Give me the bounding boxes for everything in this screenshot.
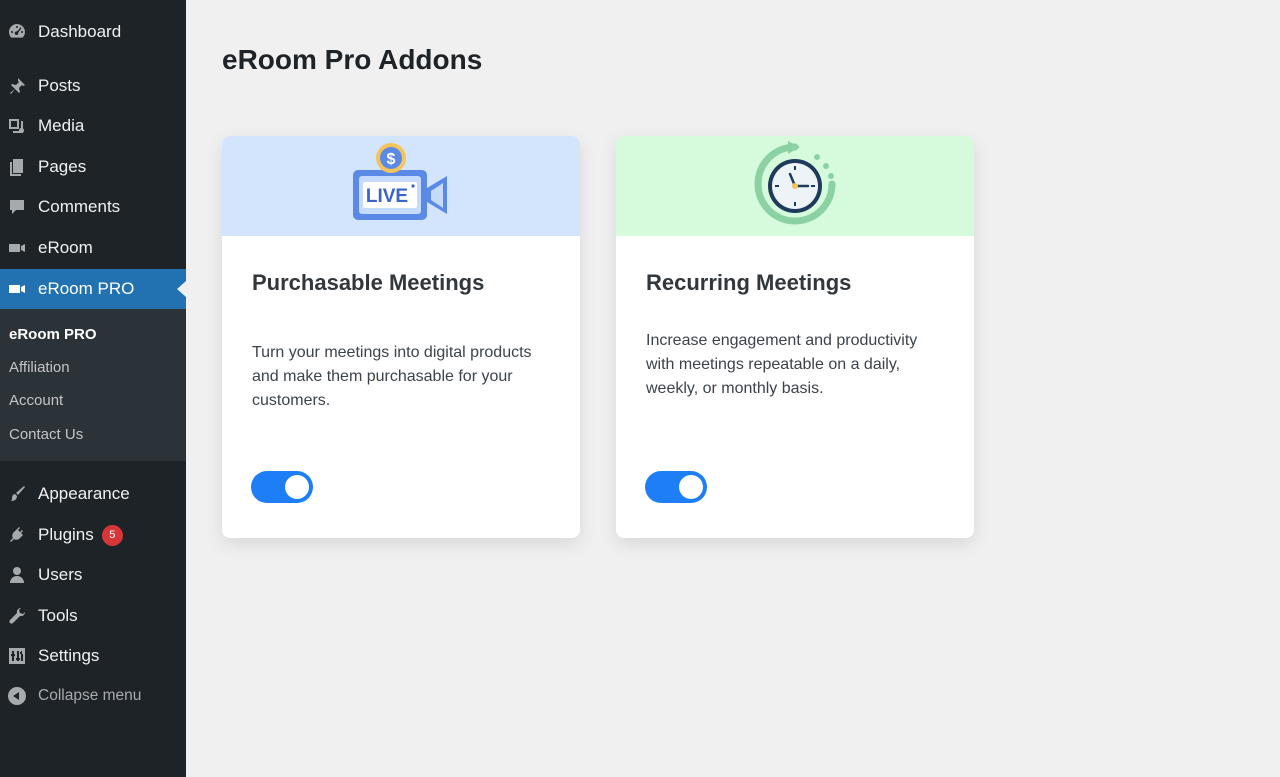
card-header [616, 136, 974, 236]
addon-card-recurring-meetings: Recurring Meetings Increase engagement a… [616, 136, 974, 538]
submenu-item-affiliation[interactable]: Affiliation [9, 359, 70, 376]
submenu-item-account[interactable]: Account [9, 392, 63, 409]
sidebar-item-label: Settings [38, 646, 100, 665]
sidebar-item-label: Media [38, 116, 85, 135]
recurring-clock-icon [750, 139, 840, 234]
sidebar-item-tools[interactable]: Tools [0, 596, 186, 636]
sidebar-item-label: Pages [38, 157, 87, 176]
card-description: Turn your meetings into digital products… [252, 344, 532, 409]
dollar-symbol: $ [387, 151, 396, 168]
sidebar-item-media[interactable]: Media [0, 106, 186, 146]
card-title: Recurring Meetings [646, 270, 852, 295]
page-title: eRoom Pro Addons [222, 44, 483, 75]
toggle-knob [679, 475, 703, 499]
toggle-knob [285, 475, 309, 499]
sidebar-item-label: Dashboard [38, 22, 122, 41]
sidebar-item-plugins[interactable]: Plugins 5 [0, 515, 186, 555]
pages-icon [5, 155, 29, 179]
sidebar-item-pages[interactable]: Pages [0, 147, 186, 187]
sidebar-item-label: Plugins [38, 525, 94, 544]
live-video-dollar-icon: LIVE $ [351, 142, 451, 231]
sidebar-item-label: Appearance [38, 484, 130, 503]
sidebar-item-label: Tools [38, 606, 78, 625]
paintbrush-icon [5, 482, 29, 506]
card-title: Purchasable Meetings [252, 270, 485, 295]
collapse-arrow-icon [5, 684, 29, 708]
pushpin-icon [5, 74, 29, 98]
sidebar-item-label: eRoom [38, 238, 93, 257]
sidebar-item-posts[interactable]: Posts [0, 66, 186, 106]
purchasable-meetings-toggle[interactable] [251, 471, 313, 503]
sidebar-item-label: Collapse menu [38, 687, 142, 704]
user-icon [5, 563, 29, 587]
video-camera-icon [5, 277, 29, 301]
wrench-icon [5, 604, 29, 628]
addon-card-purchasable-meetings: LIVE $ Purchasable Meetings Turn your me… [222, 136, 580, 538]
dashboard-icon [5, 20, 29, 44]
sidebar-item-appearance[interactable]: Appearance [0, 474, 186, 514]
sidebar-item-label: Comments [38, 197, 121, 216]
video-camera-icon [5, 236, 29, 260]
sidebar-item-label: Users [38, 565, 83, 584]
sidebar-item-eroom[interactable]: eRoom [0, 228, 186, 268]
sidebar-item-label: eRoom PRO [38, 279, 135, 298]
settings-sliders-icon [5, 644, 29, 668]
sidebar-item-comments[interactable]: Comments [0, 187, 186, 227]
submenu-item-contact-us[interactable]: Contact Us [9, 426, 83, 443]
submenu-item-eroom-pro[interactable]: eRoom PRO [9, 326, 97, 343]
sidebar-item-label: Posts [38, 76, 81, 95]
live-label: LIVE [366, 186, 408, 207]
media-icon [5, 114, 29, 138]
plugins-update-badge: 5 [101, 524, 123, 546]
comment-icon [5, 195, 29, 219]
collapse-menu-button[interactable]: Collapse menu [0, 676, 186, 716]
plugin-icon [5, 523, 29, 547]
sidebar-item-users[interactable]: Users [0, 555, 186, 595]
card-header: LIVE $ [222, 136, 580, 236]
sidebar-item-dashboard[interactable]: Dashboard [0, 12, 186, 52]
recurring-meetings-toggle[interactable] [645, 471, 707, 503]
eroom-pro-submenu: eRoom PRO Affiliation Account Contact Us [0, 309, 186, 461]
admin-sidebar: Dashboard Posts Media Pages Comments eRo… [0, 0, 186, 777]
sidebar-item-eroom-pro[interactable]: eRoom PRO [0, 269, 186, 309]
sidebar-item-settings[interactable]: Settings [0, 636, 186, 676]
card-description: Increase engagement and productivity wit… [646, 332, 918, 397]
